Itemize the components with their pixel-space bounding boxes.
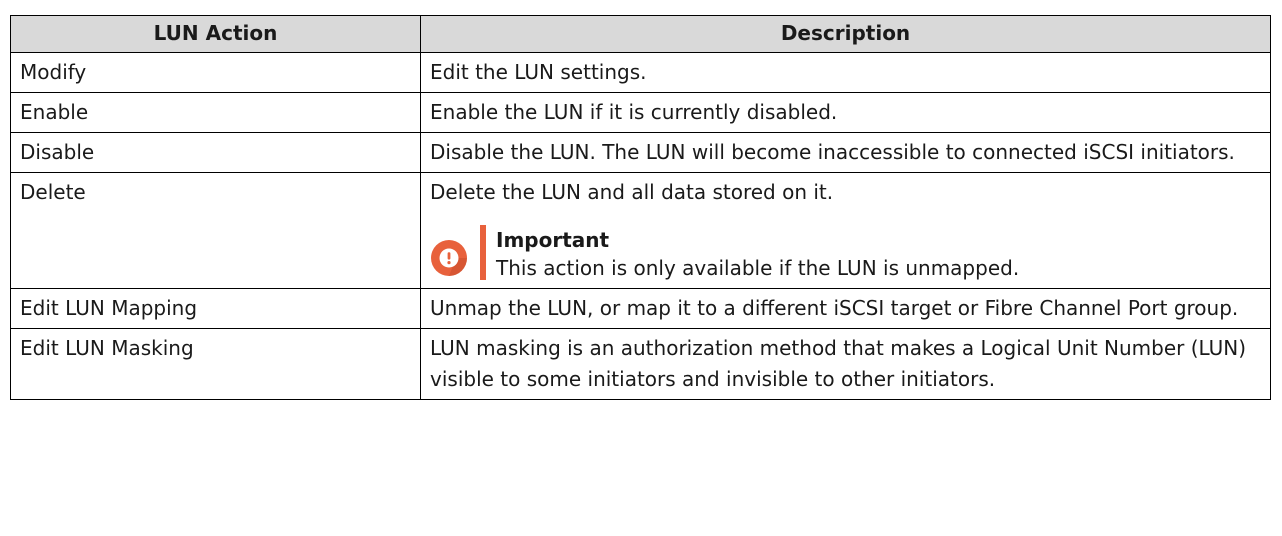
action-cell: Enable xyxy=(10,92,421,133)
important-note: Important This action is only available … xyxy=(430,225,1261,284)
description-cell: Edit the LUN settings. xyxy=(420,52,1271,93)
action-cell: Edit LUN Mapping xyxy=(10,288,421,329)
description-cell: LUN masking is an authorization method t… xyxy=(420,328,1271,400)
description-cell: Delete the LUN and all data stored on it… xyxy=(420,172,1271,289)
exclamation-circle-icon xyxy=(431,240,467,276)
table-row: Edit LUN Mapping Unmap the LUN, or map i… xyxy=(10,288,1271,329)
table-row: Delete Delete the LUN and all data store… xyxy=(10,172,1271,289)
description-cell: Disable the LUN. The LUN will become ina… xyxy=(420,132,1271,173)
note-accent-bar xyxy=(480,225,486,280)
action-cell: Delete xyxy=(10,172,421,289)
lun-action-table: LUN Action Description Modify Edit the L… xyxy=(10,15,1271,400)
column-header-description: Description xyxy=(420,15,1271,53)
table-row: Disable Disable the LUN. The LUN will be… xyxy=(10,132,1271,173)
action-cell: Modify xyxy=(10,52,421,93)
note-body: Important This action is only available … xyxy=(496,225,1261,284)
description-text: Delete the LUN and all data stored on it… xyxy=(430,180,834,204)
table-row: Modify Edit the LUN settings. xyxy=(10,52,1271,93)
table-row: Edit LUN Masking LUN masking is an autho… xyxy=(10,328,1271,400)
table-row: Enable Enable the LUN if it is currently… xyxy=(10,92,1271,133)
description-cell: Unmap the LUN, or map it to a different … xyxy=(420,288,1271,329)
note-text: This action is only available if the LUN… xyxy=(496,256,1020,280)
action-cell: Disable xyxy=(10,132,421,173)
table-header-row: LUN Action Description xyxy=(10,15,1271,53)
note-title: Important xyxy=(496,228,610,252)
column-header-lun-action: LUN Action xyxy=(10,15,421,53)
description-cell: Enable the LUN if it is currently disabl… xyxy=(420,92,1271,133)
action-cell: Edit LUN Masking xyxy=(10,328,421,400)
